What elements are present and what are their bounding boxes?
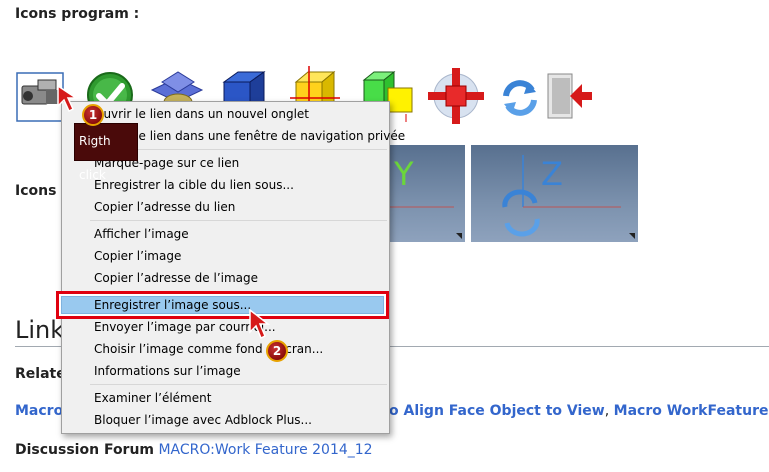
z-axis-thumbnail[interactable]: Z bbox=[471, 145, 638, 242]
discussion-forum-line: Discussion Forum MACRO:Work Feature 2014… bbox=[15, 442, 373, 458]
step-1-badge: 1 bbox=[82, 104, 104, 126]
related-macro-links: o Align Face Object to View, Macro WorkF… bbox=[389, 403, 769, 419]
refresh-icon[interactable] bbox=[498, 76, 544, 122]
red-cross-icon[interactable] bbox=[428, 66, 484, 124]
step-2-badge: 2 bbox=[266, 340, 288, 362]
icons-heading-partial: Icons bbox=[15, 183, 57, 199]
menu-inspect-element[interactable]: Examiner l’élément bbox=[94, 388, 211, 408]
exit-icon[interactable] bbox=[544, 72, 592, 119]
links-separator: , bbox=[604, 403, 610, 419]
cursor-arrow-1-icon bbox=[57, 84, 79, 113]
macro-link-left[interactable]: Macro bbox=[15, 403, 63, 419]
links-heading: Link bbox=[15, 316, 65, 344]
menu-save-image-as[interactable]: Enregistrer l’image sous... bbox=[94, 295, 251, 315]
discussion-label: Discussion Forum bbox=[15, 442, 155, 458]
menu-copy-image[interactable]: Copier l’image bbox=[94, 246, 181, 266]
menu-copy-link-address[interactable]: Copier l’adresse du lien bbox=[94, 197, 235, 217]
menu-open-new-tab[interactable]: Ouvrir le lien dans un nouvel onglet bbox=[94, 104, 309, 124]
menu-set-desktop-background[interactable]: Choisir l’image comme fond d’écran... bbox=[94, 339, 323, 359]
menu-image-info[interactable]: Informations sur l’image bbox=[94, 361, 241, 381]
y-axis-label: Y bbox=[394, 155, 414, 193]
menu-copy-image-address[interactable]: Copier l’adresse de l’image bbox=[94, 268, 258, 288]
menu-separator bbox=[90, 220, 387, 221]
icons-program-heading: Icons program : bbox=[15, 6, 140, 22]
macro-align-face-link[interactable]: o Align Face Object to View bbox=[389, 403, 605, 419]
menu-open-private-window[interactable]: Ouvrir le lien dans une fenêtre de navig… bbox=[94, 126, 405, 146]
right-click-annotation: Rigth click bbox=[74, 123, 138, 182]
menu-separator bbox=[90, 384, 387, 385]
related-label: Relate bbox=[15, 366, 66, 382]
discussion-link[interactable]: MACRO:Work Feature 2014_12 bbox=[158, 442, 372, 458]
macro-workfeatures-link[interactable]: Macro WorkFeatures bbox=[614, 403, 769, 419]
menu-save-link-as[interactable]: Enregistrer la cible du lien sous... bbox=[94, 175, 294, 195]
z-axis-label: Z bbox=[541, 155, 563, 193]
menu-view-image[interactable]: Afficher l’image bbox=[94, 224, 189, 244]
menu-block-image-adblock[interactable]: Bloquer l’image avec Adblock Plus... bbox=[94, 410, 312, 430]
cursor-arrow-2-icon bbox=[249, 308, 271, 340]
